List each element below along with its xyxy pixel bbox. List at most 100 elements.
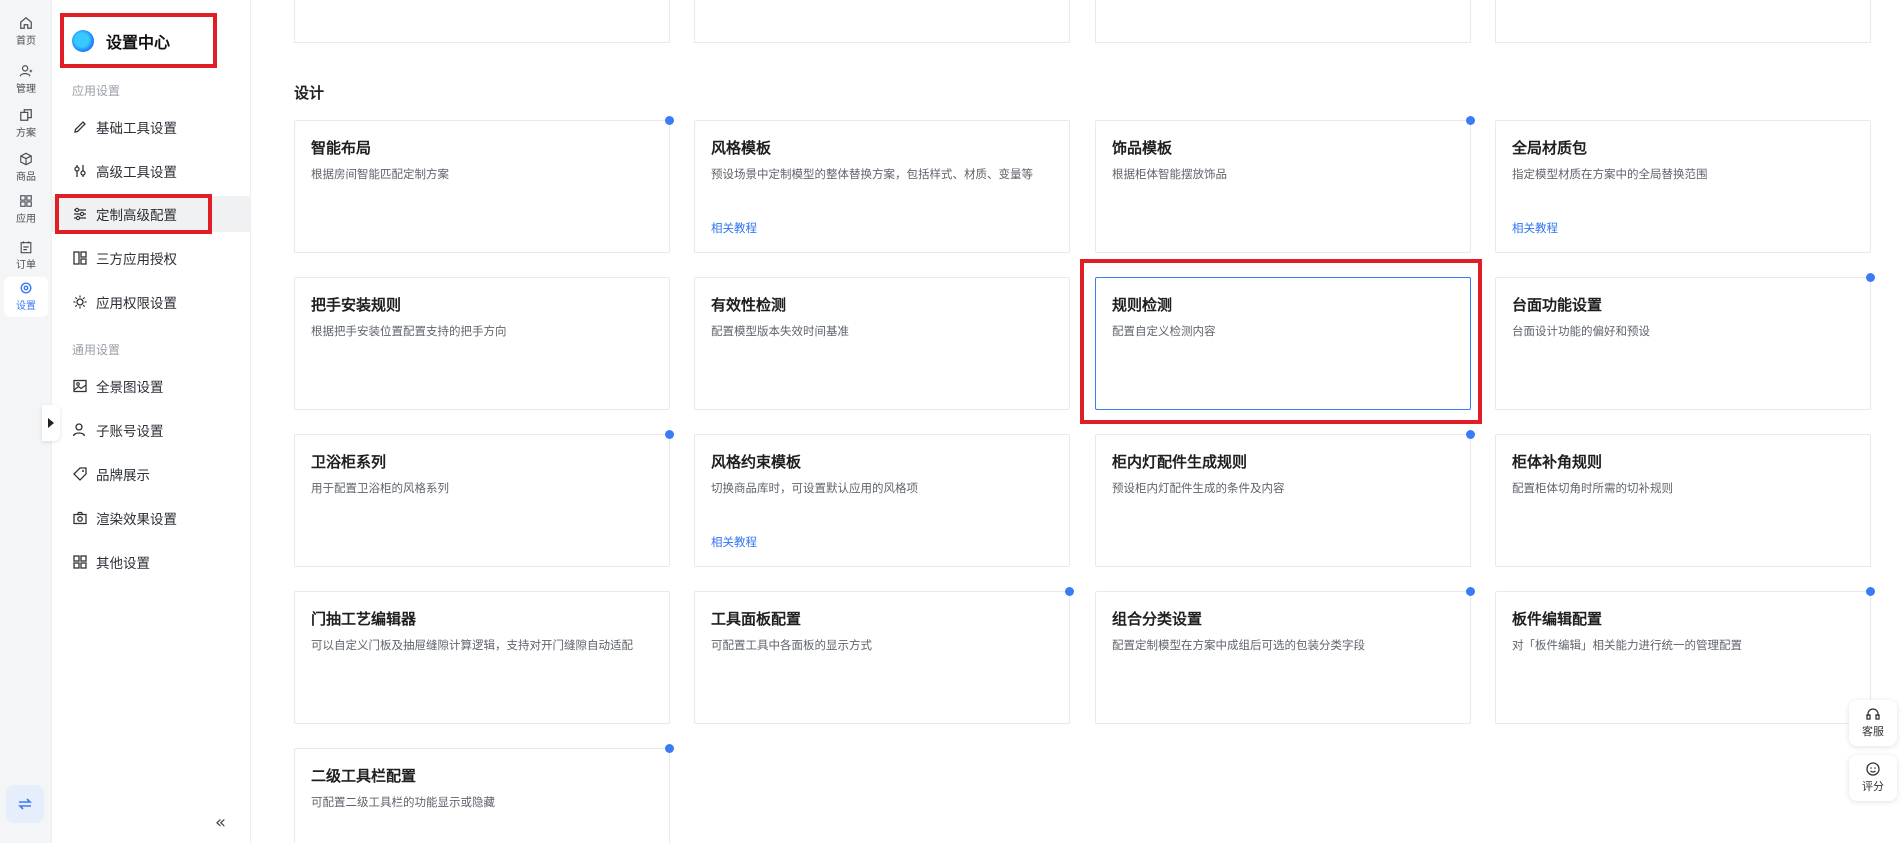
rail-label: 设置 [16, 301, 36, 312]
sidebar-item-other-settings[interactable]: 其他设置 [52, 544, 251, 580]
rail-item-plan[interactable]: 方案 [4, 104, 48, 144]
sidebar-item-custom-advanced[interactable]: 定制高级配置 [52, 196, 251, 232]
new-indicator-dot [665, 430, 674, 439]
card-tutorial-link[interactable]: 相关教程 [711, 220, 757, 236]
layout-icon [73, 251, 87, 265]
new-indicator-dot [665, 116, 674, 125]
new-indicator-dot [1866, 273, 1875, 282]
sidebar-item-render-effect[interactable]: 渲染效果设置 [52, 500, 251, 536]
setting-card[interactable]: 卫浴柜系列 用于配置卫浴柜的风格系列 [294, 430, 674, 567]
sidebar-item-label: 品牌展示 [96, 468, 150, 484]
setting-card[interactable]: 风格模板预设场景中定制模型的整体替换方案，包括样式、材质、变量等 相关教程 [694, 120, 1070, 253]
sidebar-item-brand-display[interactable]: 品牌展示 [52, 456, 251, 492]
sidebar-collapse-button[interactable]: « [215, 812, 226, 833]
new-indicator-dot [1065, 587, 1074, 596]
sidebar-item-label: 全景图设置 [96, 380, 164, 396]
card-description: 台面设计功能的偏好和预设 [1512, 324, 1650, 338]
brand-logo [72, 30, 94, 52]
card-title: 有效性检测 [711, 296, 787, 314]
rail-label: 应用 [16, 214, 36, 225]
setting-card[interactable]: 饰品模板 根据柜体智能摆放饰品 [1095, 116, 1475, 253]
apps-icon [20, 195, 32, 207]
sidebar-item-label: 定制高级配置 [96, 208, 177, 224]
card-title: 柜内灯配件生成规则 [1112, 453, 1248, 471]
card-description: 预设柜内灯配件生成的条件及内容 [1112, 481, 1285, 495]
customer-service-label: 客服 [1862, 725, 1884, 738]
image-icon [73, 379, 87, 393]
setting-card[interactable]: 门抽工艺编辑器 可以自定义门板及抽屉缝隙计算逻辑，支持对开门缝隙自动适配 [294, 591, 670, 724]
rail-item-orders[interactable]: 订单 [4, 236, 48, 276]
caret-right-icon [48, 418, 54, 428]
card-tutorial-link[interactable]: 相关教程 [711, 534, 757, 550]
setting-card[interactable]: 柜体补角规则 配置柜体切角时所需的切补规则 [1495, 434, 1871, 567]
main-content: 设计 智能布局 根据房间智能匹配定制方案 风格模板 预设场景中定制模型的整体替换方案，… [252, 0, 1904, 843]
partial-card[interactable] [1495, 0, 1871, 43]
rail-label: 首页 [16, 36, 36, 47]
new-indicator-dot [1466, 116, 1475, 125]
sidebar-item-panorama[interactable]: 全景图设置 [52, 368, 251, 404]
setting-card[interactable]: 智能布局根据房间智能匹配定制方案 [294, 116, 674, 253]
rail-item-goods[interactable]: 商品 [4, 148, 48, 188]
new-indicator-dot [665, 744, 674, 753]
card-title: 组合分类设置 [1112, 610, 1203, 628]
card-description: 配置定制模型在方案中成组后可选的包装分类字段 [1112, 638, 1365, 652]
setting-card[interactable]: 风格约束模板 切换商品库时，可设置默认应用的风格项 相关教程 [694, 434, 1070, 567]
card-description: 可配置工具中各面板的显示方式 [711, 638, 872, 652]
card-description: 用于配置卫浴柜的风格系列 [311, 481, 449, 495]
card-description: 根据把手安装位置配置支持的把手方向 [311, 324, 507, 338]
setting-card[interactable]: 工具面板配置 可配置工具中各面板的显示方式 [694, 587, 1074, 724]
card-description: 预设场景中定制模型的整体替换方案，包括样式、材质、变量等 [711, 167, 1033, 181]
partial-card[interactable] [694, 0, 1070, 43]
rail-label: 订单 [16, 260, 36, 271]
sidebar-item-app-permissions[interactable]: 应用权限设置 [52, 284, 251, 320]
sidebar-item-advanced-tools[interactable]: 高级工具设置 [52, 153, 251, 189]
rail-item-settings[interactable]: 设置 [4, 277, 48, 317]
card-description: 根据房间智能匹配定制方案 [311, 167, 449, 181]
card-title: 二级工具栏配置 [311, 767, 417, 785]
panel-toggle-handle[interactable] [42, 405, 60, 441]
card-title: 风格模板 [711, 139, 772, 157]
box-icon [20, 152, 32, 166]
new-indicator-dot [1466, 430, 1475, 439]
new-indicator-dot [1866, 587, 1875, 596]
card-description: 指定模型材质在方案中的全局替换范围 [1512, 167, 1708, 181]
card-description: 配置自定义检测内容 [1112, 324, 1216, 338]
sidebar-item-basic-tools[interactable]: 基础工具设置 [52, 109, 251, 145]
user-manage-icon [19, 65, 33, 77]
setting-card[interactable]: 有效性检测配置模型版本失效时间基准 [694, 277, 1070, 410]
sidebar-item-third-party-auth[interactable]: 三方应用授权 [52, 240, 251, 276]
card-description: 配置模型版本失效时间基准 [711, 324, 849, 338]
card-title: 把手安装规则 [311, 296, 402, 314]
section-title-design: 设计 [294, 84, 325, 102]
sidebar-item-label: 其他设置 [96, 556, 150, 572]
card-title: 规则检测 [1112, 296, 1173, 314]
sidebar-item-label: 三方应用授权 [96, 252, 177, 268]
setting-card[interactable]: 板件编辑配置 对「板件编辑」相关能力进行统一的管理配置 [1495, 587, 1875, 724]
setting-card[interactable]: 台面功能设置 台面设计功能的偏好和预设 [1495, 273, 1875, 410]
customer-service-button[interactable]: 客服 [1849, 700, 1897, 746]
card-title: 智能布局 [311, 139, 372, 157]
rail-item-manage[interactable]: 管理 [4, 60, 48, 100]
camera-icon [73, 511, 87, 525]
switch-button[interactable] [6, 785, 44, 823]
setting-card[interactable]: 全局材质包 指定模型材质在方案中的全局替换范围 相关教程 [1495, 120, 1871, 253]
setting-card[interactable]: 二级工具栏配置 可配置二级工具栏的功能显示或隐藏 [294, 744, 674, 843]
new-indicator-dot [1466, 587, 1475, 596]
partial-card[interactable] [294, 0, 670, 43]
sidebar-item-label: 高级工具设置 [96, 165, 177, 181]
sidebar-item-label: 子账号设置 [96, 424, 164, 440]
setting-card[interactable]: 把手安装规则根据把手安装位置配置支持的把手方向 [294, 277, 670, 410]
grid-icon [73, 555, 87, 569]
rail-label: 方案 [16, 128, 36, 139]
rail-item-apps[interactable]: 应用 [4, 190, 48, 230]
rating-button[interactable]: 评分 [1849, 755, 1897, 801]
partial-card[interactable] [1095, 0, 1471, 43]
app-root: 首页 管理 方案 商品 应用 订单 设置 设置中心 应用设置 基础工具设置 高级… [0, 0, 1904, 843]
card-tutorial-link[interactable]: 相关教程 [1512, 220, 1558, 236]
sidebar-item-sub-account[interactable]: 子账号设置 [52, 412, 251, 448]
copy-icon [20, 109, 32, 121]
setting-card[interactable]: 规则检测配置自定义检测内容 [1095, 277, 1471, 410]
setting-card[interactable]: 柜内灯配件生成规则预设柜内灯配件生成的条件及内容 [1095, 430, 1475, 567]
rail-item-home[interactable]: 首页 [4, 12, 48, 52]
setting-card[interactable]: 组合分类设置配置定制模型在方案中成组后可选的包装分类字段 [1095, 587, 1475, 724]
